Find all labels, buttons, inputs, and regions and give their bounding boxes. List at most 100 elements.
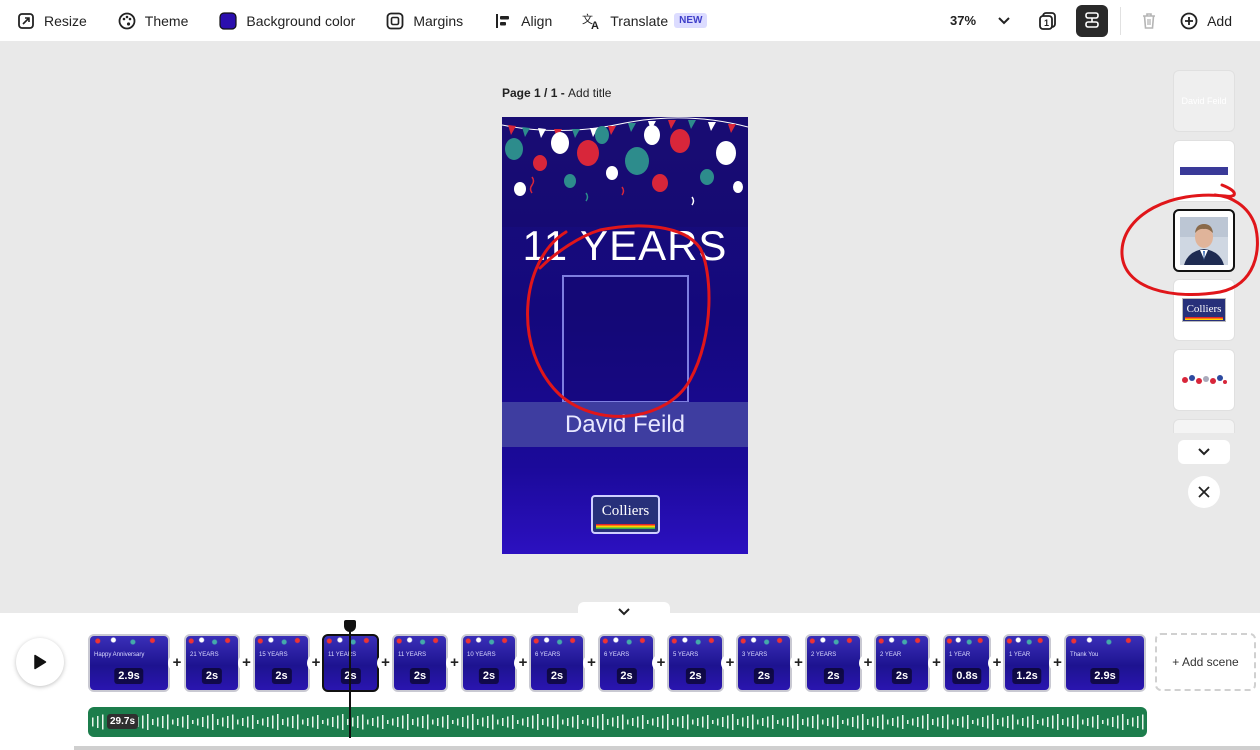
scene-duration: 2.9s (1090, 668, 1120, 684)
employee-name[interactable]: David Feild (565, 411, 685, 439)
playhead-handle[interactable] (344, 620, 356, 632)
scene-thumbnail[interactable]: 21 YEARS 2s (184, 634, 240, 692)
person-photo-icon (1180, 216, 1228, 265)
years-heading[interactable]: 11 YEARS (502, 222, 748, 270)
wave-bar (572, 716, 574, 728)
scene-label: 6 YEARS (604, 652, 630, 658)
scene-thumbnail[interactable]: 2 YEAR 2s (874, 634, 930, 692)
chevron-down-icon (998, 16, 1010, 24)
photo-placeholder-frame[interactable] (562, 275, 689, 403)
wave-bar (277, 714, 279, 730)
scene-thumbnail[interactable]: 3 YEARS 2s (736, 634, 792, 692)
collapse-timeline-button[interactable] (578, 602, 670, 622)
wave-bar (327, 718, 329, 726)
scene-duration: 2s (823, 668, 844, 684)
pages-button[interactable]: 1 (1032, 5, 1064, 37)
wave-bar (532, 715, 534, 729)
theme-button[interactable]: Theme (101, 0, 203, 41)
wave-bar (472, 714, 474, 730)
scene-confetti (669, 636, 722, 646)
scene-thumbnail[interactable]: 10 YEARS 2s (461, 634, 517, 692)
logo-text: Colliers (601, 503, 650, 519)
scene-thumbnail[interactable]: 1 YEAR 0.8s (943, 634, 991, 692)
audio-track[interactable] (88, 707, 1147, 737)
wave-bar (717, 718, 719, 726)
scene-thumbnail[interactable]: 6 YEARS 2s (598, 634, 655, 692)
scene-thumbnail[interactable]: 11 YEARS 2s (392, 634, 448, 692)
scene-thumbnail[interactable]: 5 YEARS 2s (667, 634, 724, 692)
wave-bar (582, 720, 584, 724)
layer-partial[interactable] (1173, 419, 1235, 433)
add-scene-button[interactable]: + Add scene (1155, 633, 1256, 691)
color-swatch-icon (218, 11, 238, 31)
wave-bar (662, 715, 664, 729)
wave-bar (1087, 718, 1089, 726)
zoom-dropdown[interactable] (988, 5, 1020, 37)
wave-bar (337, 715, 339, 729)
scene-confetti (531, 636, 583, 646)
layer-photo[interactable] (1173, 209, 1235, 272)
translate-button[interactable]: 文A Translate NEW (566, 0, 721, 41)
wave-bar (447, 715, 449, 729)
align-button[interactable]: Align (477, 0, 566, 41)
add-title-link[interactable]: Add title (568, 86, 611, 100)
scene-confetti (463, 636, 515, 646)
wave-bar (647, 720, 649, 724)
design-page[interactable]: 11 YEARS David Feild Colliers (502, 117, 748, 554)
scene-thumbnail[interactable]: 15 YEARS 2s (253, 634, 310, 692)
scene-thumbnail[interactable]: 1 YEAR 1.2s (1003, 634, 1051, 692)
wave-bar (187, 715, 189, 729)
layers-toggle-button[interactable] (1076, 4, 1109, 37)
chevron-down-icon (1198, 448, 1210, 456)
colliers-logo[interactable]: Colliers (591, 495, 660, 534)
layer-banner-band[interactable] (1173, 140, 1235, 202)
wave-bar (177, 718, 179, 726)
wave-bar (767, 716, 769, 728)
layer-confetti[interactable] (1173, 349, 1235, 411)
name-banner[interactable]: David Feild (502, 402, 748, 447)
wave-bar (602, 714, 604, 730)
scene-thumbnail[interactable]: 6 YEARS 2s (529, 634, 585, 692)
margins-button[interactable]: Margins (369, 0, 477, 41)
scene-duration: 2s (616, 668, 637, 684)
scene-label: 2 YEAR (880, 652, 902, 658)
wave-bar (1007, 716, 1009, 728)
delete-button[interactable] (1133, 5, 1165, 37)
layer-name-text[interactable]: David Feild (1173, 70, 1235, 132)
wave-bar (992, 714, 994, 730)
scene-thumbnail[interactable]: Happy Anniversary 2.9s (88, 634, 170, 692)
resize-button[interactable]: Resize (0, 0, 101, 41)
wave-bar (907, 720, 909, 724)
timeline-scrollbar[interactable] (74, 746, 1260, 750)
add-button[interactable]: Add (1171, 0, 1260, 41)
wave-bar (397, 717, 399, 727)
wave-bar (202, 717, 204, 727)
wave-bar (1027, 716, 1029, 728)
wave-bar (367, 719, 369, 725)
background-color-button[interactable]: Background color (202, 0, 369, 41)
wave-bar (222, 717, 224, 727)
wave-bar (332, 717, 334, 727)
wave-bar (912, 718, 914, 726)
wave-bar (452, 720, 454, 724)
wave-bar (712, 720, 714, 724)
wave-bar (322, 720, 324, 724)
layer-logo[interactable]: Colliers (1173, 279, 1235, 341)
scene-confetti (738, 636, 790, 646)
close-layers-button[interactable] (1188, 476, 1220, 508)
wave-bar (182, 716, 184, 728)
wave-bar (692, 719, 694, 725)
wave-bar (382, 715, 384, 729)
scene-thumbnail[interactable]: 2 YEARS 2s (805, 634, 862, 692)
scene-label: 1 YEAR (1009, 652, 1031, 658)
balloons-banner-graphic[interactable] (502, 117, 748, 227)
zoom-level[interactable]: 37% (950, 13, 976, 28)
wave-bar (287, 717, 289, 727)
scene-label: 11 YEARS (398, 652, 427, 658)
layers-scroll-down-button[interactable] (1178, 440, 1230, 464)
scene-thumbnail[interactable]: Thank You 2.9s (1064, 634, 1146, 692)
wave-bar (627, 719, 629, 725)
wave-bar (942, 716, 944, 728)
wave-bar (957, 718, 959, 726)
scene-confetti (945, 636, 989, 646)
